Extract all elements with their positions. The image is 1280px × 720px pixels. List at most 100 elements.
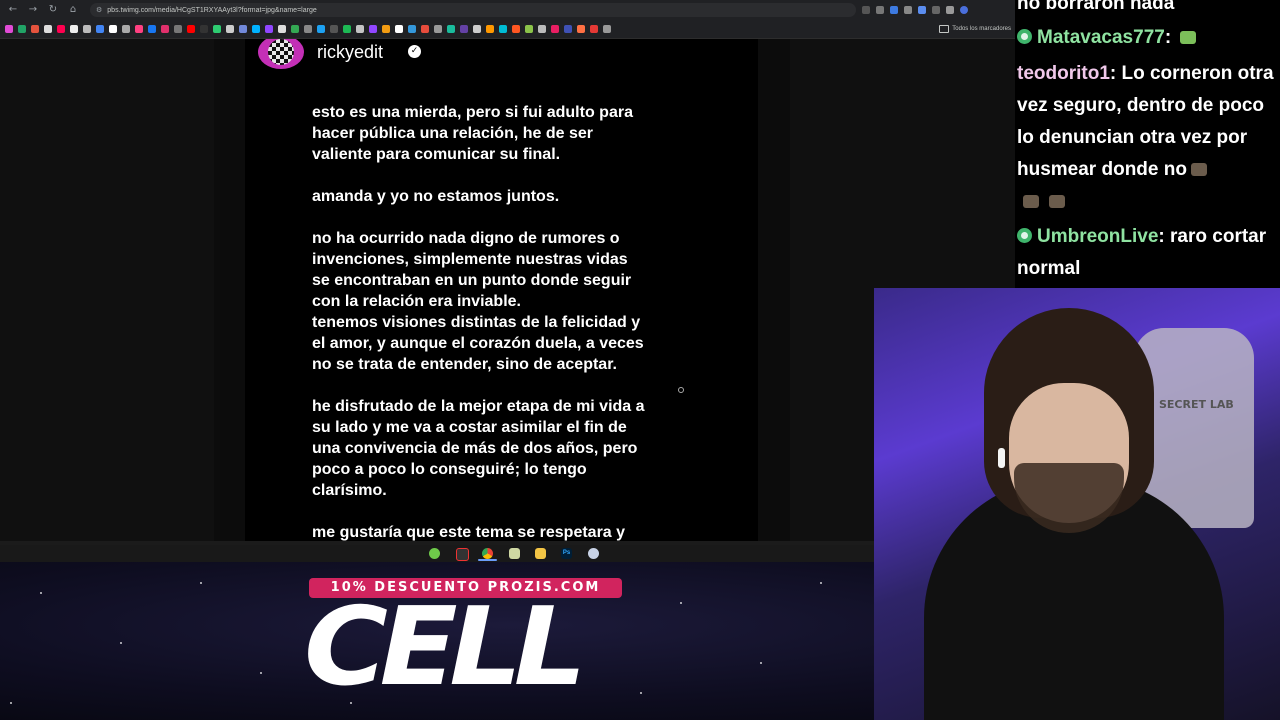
app-icon[interactable] bbox=[509, 548, 520, 559]
app-icon[interactable] bbox=[429, 548, 440, 559]
file-explorer-icon[interactable] bbox=[535, 548, 546, 559]
bookmark-icon[interactable] bbox=[278, 25, 286, 33]
bookmark-icon[interactable] bbox=[356, 25, 364, 33]
bookmark-icon[interactable] bbox=[291, 25, 299, 33]
bookmark-icon[interactable] bbox=[96, 25, 104, 33]
bookmark-icon[interactable] bbox=[395, 25, 403, 33]
all-bookmarks-folder[interactable]: Todos los marcadores bbox=[939, 25, 1011, 33]
post-username: rickyedit bbox=[317, 42, 384, 62]
bookmark-icon[interactable] bbox=[551, 25, 559, 33]
back-icon[interactable]: ← bbox=[6, 3, 20, 17]
menu-icon[interactable] bbox=[946, 6, 954, 14]
bookmark-icon[interactable] bbox=[343, 25, 351, 33]
site-info-icon[interactable]: ⚙ bbox=[96, 6, 102, 14]
bookmark-icon[interactable] bbox=[304, 25, 312, 33]
chat-username: UmbreonLive bbox=[1037, 226, 1159, 247]
post-paragraph: esto es una mierda, pero si fui adulto p… bbox=[312, 104, 633, 163]
bookmark-icon[interactable] bbox=[148, 25, 156, 33]
viewer-margin-left bbox=[214, 39, 245, 541]
bookmark-star-icon[interactable] bbox=[876, 6, 884, 14]
bookmark-icon[interactable] bbox=[499, 25, 507, 33]
webcam-feed: SECRET LAB bbox=[874, 288, 1280, 720]
bookmark-icon[interactable] bbox=[18, 25, 26, 33]
earbud bbox=[998, 448, 1005, 468]
bookmark-icon[interactable] bbox=[213, 25, 221, 33]
bookmark-icon[interactable] bbox=[421, 25, 429, 33]
bookmark-icon[interactable] bbox=[460, 25, 468, 33]
url-text: pbs.twimg.com/media/HCgST1RXYAAyt3l?form… bbox=[107, 6, 317, 14]
bookmark-icon[interactable] bbox=[252, 25, 260, 33]
bookmark-icon[interactable] bbox=[473, 25, 481, 33]
post-paragraph: no ha ocurrido nada digno de rumores o i… bbox=[312, 230, 644, 373]
extension-icon[interactable] bbox=[918, 6, 926, 14]
reload-icon[interactable]: ↻ bbox=[46, 3, 60, 17]
subscriber-badge-icon bbox=[1017, 228, 1032, 243]
bookmark-icon[interactable] bbox=[330, 25, 338, 33]
bookmark-icon[interactable] bbox=[577, 25, 585, 33]
instagram-story-image: rickyedit ✓ esto es una mierda, pero si … bbox=[245, 39, 758, 541]
obs-icon[interactable] bbox=[456, 548, 469, 561]
chrome-icon[interactable] bbox=[482, 548, 493, 559]
sponsor-brand-logo: CELL bbox=[304, 585, 587, 710]
chair-logo: SECRET LAB bbox=[1159, 398, 1234, 411]
bookmark-icon[interactable] bbox=[226, 25, 234, 33]
bookmark-icon[interactable] bbox=[369, 25, 377, 33]
forward-icon[interactable]: → bbox=[26, 3, 40, 17]
verified-badge-icon: ✓ bbox=[408, 45, 421, 58]
bookmark-icon[interactable] bbox=[161, 25, 169, 33]
bookmark-icon[interactable] bbox=[135, 25, 143, 33]
image-viewer: rickyedit ✓ esto es una mierda, pero si … bbox=[0, 39, 1015, 541]
bookmark-icon[interactable] bbox=[265, 25, 273, 33]
bookmark-icon[interactable] bbox=[187, 25, 195, 33]
bookmark-icon[interactable] bbox=[57, 25, 65, 33]
bookmark-icon[interactable] bbox=[382, 25, 390, 33]
home-icon[interactable]: ⌂ bbox=[66, 3, 80, 17]
mouse-cursor bbox=[678, 387, 684, 393]
profile-avatar-icon[interactable] bbox=[960, 6, 968, 14]
chat-text: : bbox=[1164, 27, 1177, 48]
bookmark-icon[interactable] bbox=[486, 25, 494, 33]
bookmark-icon[interactable] bbox=[200, 25, 208, 33]
emote-icon bbox=[1180, 31, 1197, 44]
bookmark-icon[interactable] bbox=[512, 25, 520, 33]
stream-chat: no borraron nada Matavacas777: teodorito… bbox=[1015, 0, 1280, 288]
bookmark-icon[interactable] bbox=[109, 25, 117, 33]
bookmark-icon[interactable] bbox=[538, 25, 546, 33]
post-text: esto es una mierda, pero si fui adulto p… bbox=[312, 102, 707, 541]
bookmark-icon[interactable] bbox=[447, 25, 455, 33]
viewer-margin-right bbox=[758, 39, 790, 541]
bookmark-icon[interactable] bbox=[122, 25, 130, 33]
subscriber-badge-icon bbox=[1017, 29, 1032, 44]
extension-icon[interactable] bbox=[904, 6, 912, 14]
zoom-icon[interactable] bbox=[862, 6, 870, 14]
bookmark-icon[interactable] bbox=[44, 25, 52, 33]
folder-icon bbox=[939, 25, 950, 33]
chat-message: teodorito1: Lo corneron otra vez seguro,… bbox=[1017, 58, 1277, 218]
bookmark-icon[interactable] bbox=[408, 25, 416, 33]
bookmark-icon[interactable] bbox=[525, 25, 533, 33]
taskbar: Ps bbox=[0, 545, 1015, 562]
all-bookmarks-label: Todos los marcadores bbox=[952, 26, 1011, 32]
active-app-indicator bbox=[478, 559, 497, 561]
bookmark-icon[interactable] bbox=[564, 25, 572, 33]
bookmark-icon[interactable] bbox=[590, 25, 598, 33]
bookmark-icon[interactable] bbox=[434, 25, 442, 33]
bookmark-icon[interactable] bbox=[239, 25, 247, 33]
bookmark-icon[interactable] bbox=[603, 25, 611, 33]
extension-icon[interactable] bbox=[890, 6, 898, 14]
bookmark-icon[interactable] bbox=[83, 25, 91, 33]
bookmark-icon[interactable] bbox=[70, 25, 78, 33]
bookmark-icon[interactable] bbox=[174, 25, 182, 33]
app-icon[interactable] bbox=[588, 548, 599, 559]
bookmarks-bar: Todos los marcadores bbox=[0, 20, 1015, 39]
emote-icon bbox=[1049, 195, 1065, 208]
photoshop-icon[interactable]: Ps bbox=[561, 548, 572, 559]
bookmark-icon[interactable] bbox=[317, 25, 325, 33]
bookmark-icon[interactable] bbox=[5, 25, 13, 33]
chat-message: UmbreonLive: raro cortar normal bbox=[1017, 221, 1277, 285]
extensions-puzzle-icon[interactable] bbox=[932, 6, 940, 14]
chat-username: Matavacas777 bbox=[1037, 27, 1165, 48]
url-field[interactable]: ⚙ pbs.twimg.com/media/HCgST1RXYAAyt3l?fo… bbox=[90, 3, 856, 17]
bookmark-icon[interactable] bbox=[31, 25, 39, 33]
post-paragraph: me gustaría que este tema se respetara y bbox=[312, 524, 626, 541]
